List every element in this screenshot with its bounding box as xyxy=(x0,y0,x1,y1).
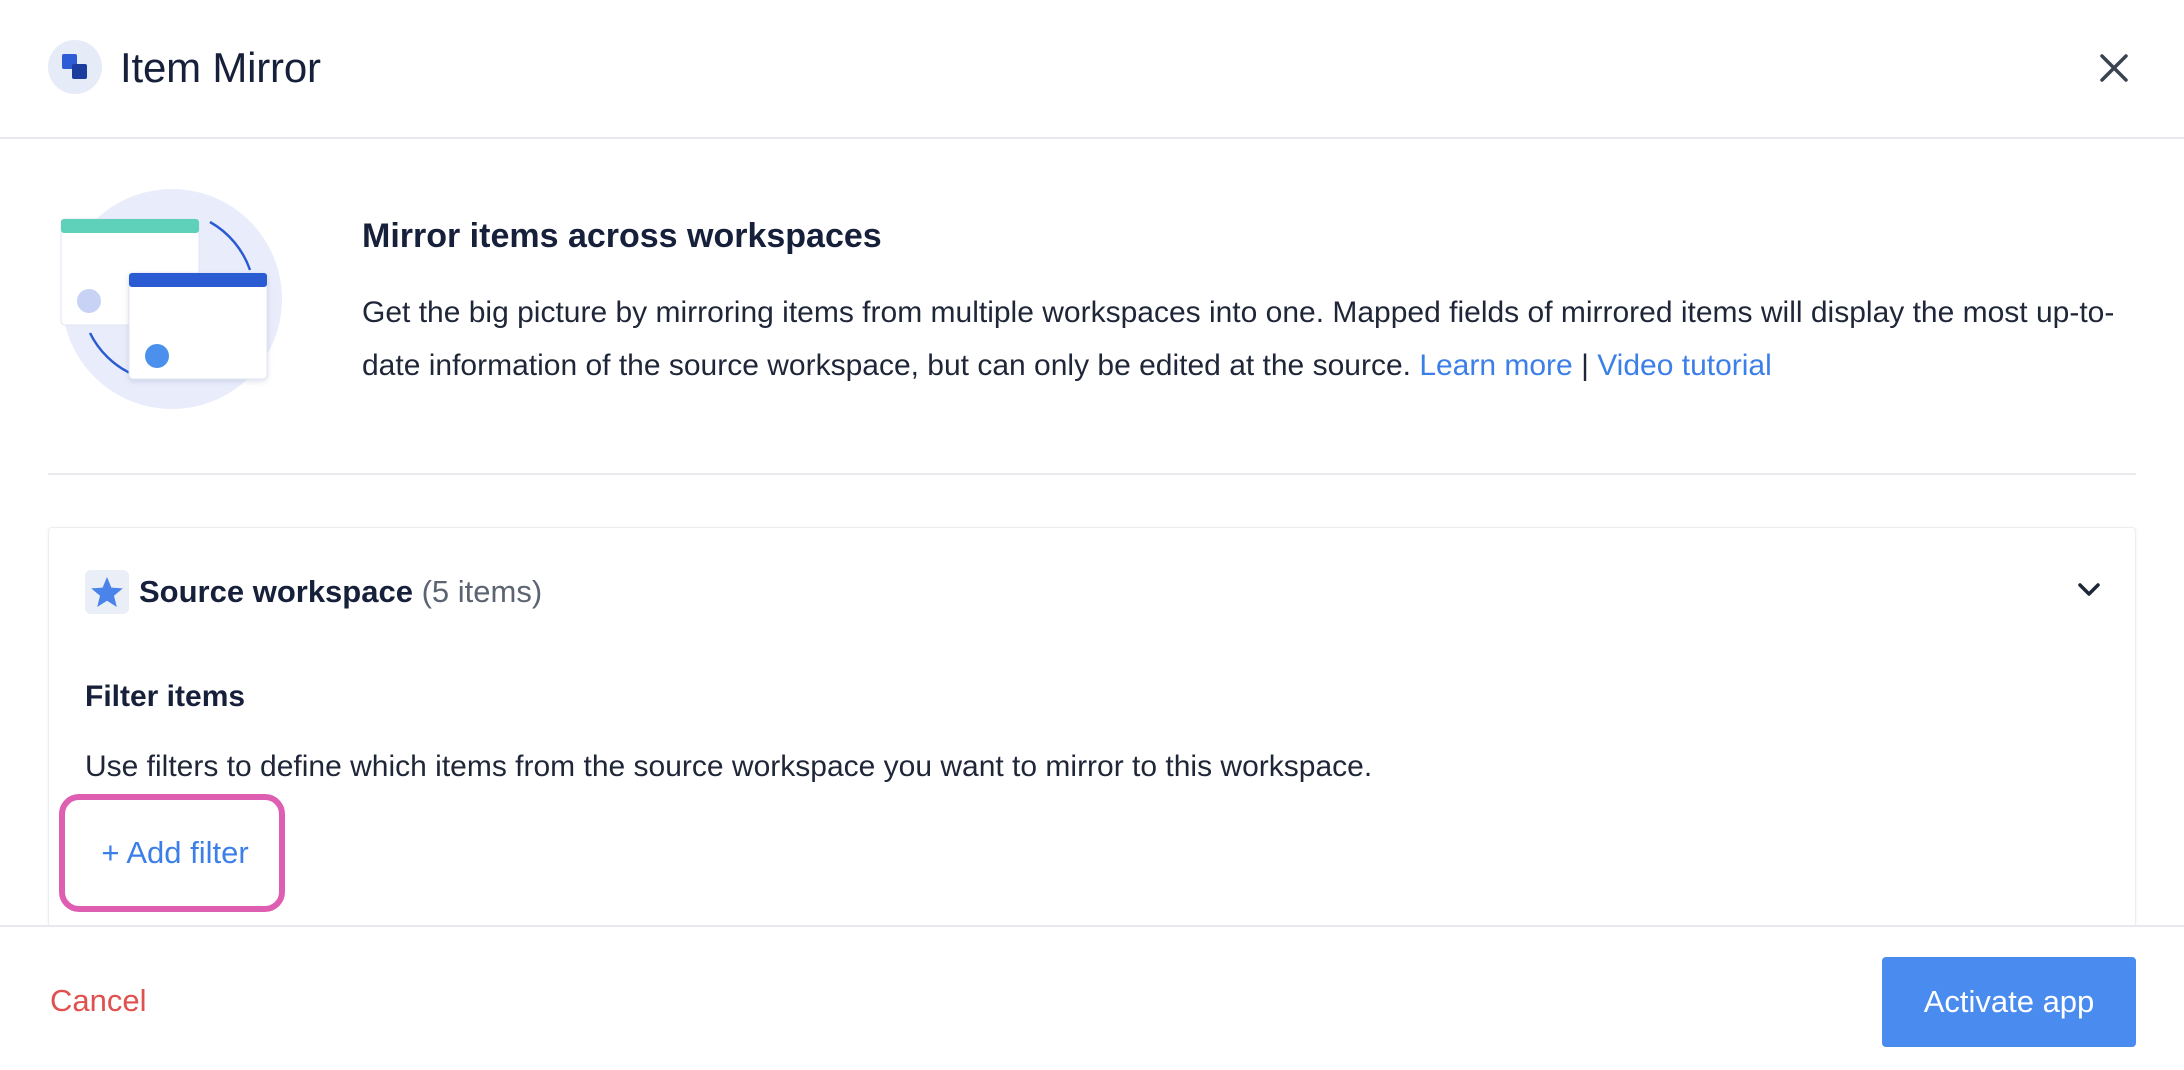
intro-text: Get the big picture by mirroring items f… xyxy=(362,296,2115,382)
close-icon xyxy=(2100,54,2128,82)
modal-footer: Cancel Activate app xyxy=(0,925,2184,1070)
modal-header: Item Mirror xyxy=(0,0,2184,139)
add-filter-button[interactable]: + Add filter xyxy=(59,794,285,912)
modal-title: Item Mirror xyxy=(120,44,321,91)
filter-description: Use filters to define which items from t… xyxy=(85,750,1373,783)
cancel-button[interactable]: Cancel xyxy=(50,983,147,1019)
source-workspace-panel: Source workspace (5 items) Filter items … xyxy=(48,527,2136,927)
item-mirror-modal: Item Mirror Mirror items across workspac… xyxy=(0,0,2184,1070)
intro-heading: Mirror items across workspaces xyxy=(362,217,882,255)
collapse-toggle[interactable] xyxy=(2071,572,2107,608)
chevron-down-icon xyxy=(2078,583,2100,596)
source-workspace-label: Source workspace xyxy=(139,574,413,609)
intro-description: Get the big picture by mirroring items f… xyxy=(362,286,2122,392)
divider xyxy=(48,473,2136,475)
close-button[interactable] xyxy=(2094,48,2134,88)
item-count: (5 items) xyxy=(421,574,543,609)
item-mirror-logo-icon xyxy=(48,40,102,94)
learn-more-link[interactable]: Learn more xyxy=(1419,349,1572,382)
mirror-illustration xyxy=(58,188,288,410)
link-separator: | xyxy=(1581,349,1589,382)
activate-app-button[interactable]: Activate app xyxy=(1882,957,2136,1047)
video-tutorial-link[interactable]: Video tutorial xyxy=(1597,349,1772,382)
filter-items-heading: Filter items xyxy=(85,680,246,713)
add-filter-label: + Add filter xyxy=(101,835,249,870)
star-icon xyxy=(85,570,129,614)
source-workspace-title: Source workspace (5 items) xyxy=(139,574,542,610)
